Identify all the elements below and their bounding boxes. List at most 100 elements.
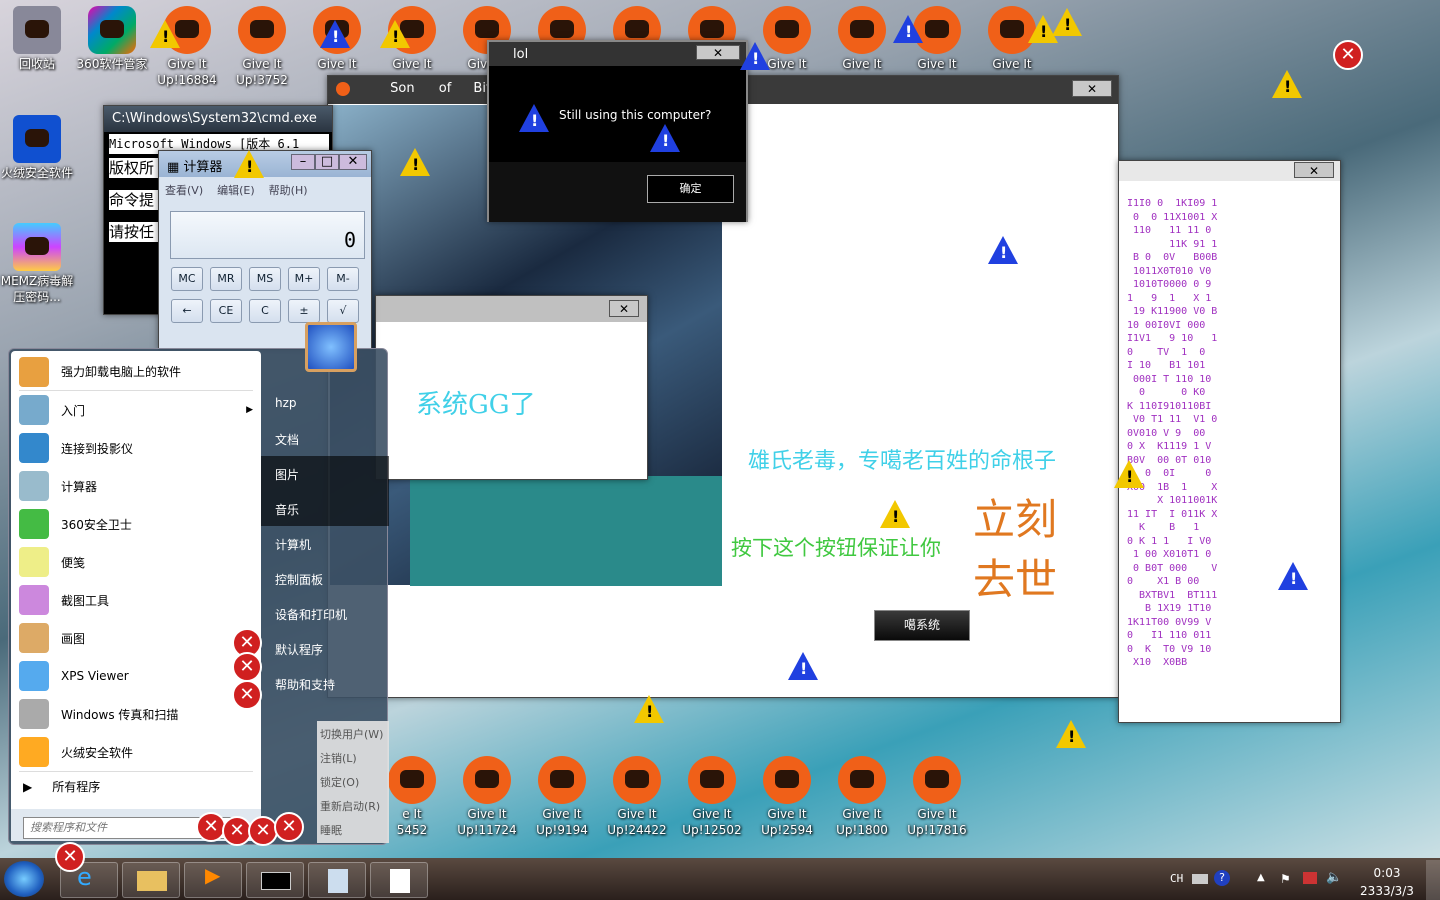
minimize-button[interactable]: – [291,154,315,170]
all-programs[interactable]: ▶ 所有程序 [19,771,253,801]
error-icon: ✕ [248,816,278,846]
start-button[interactable] [4,861,44,897]
taskbar-app[interactable] [370,862,428,898]
calculator-titlebar[interactable]: ▦ 计算器 – □ ✕ [159,151,371,177]
desktop-icon[interactable]: Give It Up!12502 [675,756,749,838]
desktop-icon[interactable]: Give It [825,6,899,72]
matrix-window[interactable]: ✕ I1I0 0 1KI09 1 0 0 11X1001 X 110 11 11… [1118,160,1341,723]
start-menu-item[interactable]: 连接到投影仪 [11,429,261,467]
clock[interactable]: 0:03 2333/3/3 [1355,864,1419,900]
start-menu-item[interactable]: 360安全卫士 [11,505,261,543]
small-titlebar[interactable]: ✕ [376,296,647,322]
calc-button[interactable]: MS [249,267,281,291]
start-menu-link[interactable]: hzp [261,386,389,421]
calculator-menu: 查看(V) 编辑(E) 帮助(H) [159,177,371,203]
lol-dialog[interactable]: lol ✕ Still using this computer? 确定 [487,40,748,222]
network-icon[interactable] [1303,872,1317,884]
start-menu-item[interactable]: 强力卸载电脑上的软件 [19,353,253,391]
start-menu-item[interactable]: 入门 ▶ [11,391,261,429]
calc-button[interactable]: M- [327,267,359,291]
start-menu-link[interactable]: 音乐 [261,491,389,526]
shield-icon [13,115,61,163]
shutdown-option[interactable]: 睡眠 [320,819,386,843]
start-menu-programs: 强力卸载电脑上的软件入门 ▶ 连接到投影仪 计算器 360安全卫士便笺截图工具 画图 XPS… [11,351,261,841]
give-it-up-icon [538,756,586,804]
action-center-flag-icon[interactable]: ⚑ [1280,872,1291,886]
close-button[interactable]: ✕ [696,45,740,60]
item-label: 强力卸载电脑上的软件 [61,365,182,379]
start-menu-item[interactable]: XPS Viewer [11,657,261,695]
item-label: 便笺 [61,555,86,570]
close-button[interactable]: ✕ [609,300,639,317]
language-indicator[interactable]: CH [1170,872,1183,885]
start-menu-item[interactable]: Windows 传真和扫描 [11,695,261,733]
give-it-up-icon [238,6,286,54]
start-menu-link[interactable]: 控制面板 [261,561,389,596]
desktop-icon[interactable]: MEMZ病毒解压密码... [0,223,74,305]
desktop-icon[interactable]: 360软件管家 [75,6,149,72]
taskbar-media[interactable]: ▶ [184,862,242,898]
calc-button[interactable]: C [249,299,281,323]
calc-button[interactable]: CE [210,299,242,323]
matrix-text: I1I0 0 1KI09 1 0 0 11X1001 X 110 11 11 0… [1127,198,1218,668]
icon-label: Give It [767,57,807,71]
program-icon [19,471,49,501]
cmd-titlebar[interactable]: C:\Windows\System32\cmd.exe [104,106,332,132]
menu-edit[interactable]: 编辑(E) [217,182,255,198]
menu-help[interactable]: 帮助(H) [269,182,308,198]
start-menu-item[interactable]: 便笺 [11,543,261,581]
start-menu-link[interactable]: 图片 [261,456,389,491]
start-menu-item[interactable]: 画图 [11,619,261,657]
give-it-up-icon [838,6,886,54]
show-hidden-icons[interactable]: ▲ [1257,872,1265,883]
kill-system-button[interactable]: 噶系统 [874,610,970,641]
keyboard-icon[interactable] [1192,874,1208,884]
close-button[interactable]: ✕ [339,154,367,170]
taskbar-explorer[interactable] [122,862,180,898]
calculator-display: 0 [170,211,365,259]
calc-button[interactable]: M+ [288,267,320,291]
ok-button[interactable]: 确定 [647,175,734,203]
small-window[interactable]: ✕ 系统GG了 [375,295,648,480]
calc-button[interactable]: MR [210,267,242,291]
lol-titlebar[interactable]: lol ✕ [489,42,746,66]
calculator-window[interactable]: ▦ 计算器 – □ ✕ 查看(V) 编辑(E) 帮助(H) 0 MC MR MS M+… [158,150,372,350]
start-menu-link[interactable]: 帮助和支持 [261,666,389,701]
desktop-icon[interactable]: 回收站 [0,6,74,72]
calc-button[interactable]: √ [327,299,359,323]
start-menu-item[interactable]: 计算器 [11,467,261,505]
desktop-icon[interactable]: Give It Up!24422 [600,756,674,838]
shutdown-option[interactable]: 重新启动(R) [320,795,386,819]
calc-button[interactable]: ← [171,299,203,323]
close-button[interactable]: ✕ [1294,162,1334,178]
warning-icon [1114,460,1144,488]
close-button[interactable]: ✕ [1072,80,1112,97]
volume-icon[interactable]: 🔈 [1326,870,1342,885]
desktop-icon[interactable]: Give It Up!2594 [750,756,824,838]
desktop-icon[interactable]: Give It Up!9194 [525,756,599,838]
desktop-icon[interactable]: Give It Up!3752 [225,6,299,88]
matrix-titlebar[interactable]: ✕ [1119,161,1340,181]
desktop-icon[interactable]: Give It Up!1800 [825,756,899,838]
start-menu-item[interactable]: 火绒安全软件 [11,733,261,771]
desktop-icon[interactable]: e It 5452 [388,756,436,838]
start-menu-link[interactable]: 设备和打印机 [261,596,389,631]
menu-view[interactable]: 查看(V) [165,182,203,198]
start-menu-link[interactable]: 计算机 [261,526,389,561]
shutdown-option[interactable]: 切换用户(W) [320,723,386,747]
start-menu-link[interactable]: 默认程序 [261,631,389,666]
start-menu-link[interactable]: 文档 [261,421,389,456]
desktop-icon[interactable]: Give It Up!11724 [450,756,524,838]
desktop-icon[interactable]: 火绒安全软件 [0,115,74,181]
taskbar-calculator[interactable] [308,862,366,898]
shutdown-option[interactable]: 注销(L) [320,747,386,771]
help-icon[interactable]: ? [1214,870,1230,886]
calc-button[interactable]: MC [171,267,203,291]
show-desktop-button[interactable] [1426,860,1440,900]
taskbar-cmd[interactable] [246,862,304,898]
start-menu-item[interactable]: 截图工具 [11,581,261,619]
shutdown-option[interactable]: 锁定(O) [320,771,386,795]
maximize-button[interactable]: □ [315,154,339,170]
calc-button[interactable]: ± [288,299,320,323]
desktop-icon[interactable]: Give It Up!17816 [900,756,974,838]
